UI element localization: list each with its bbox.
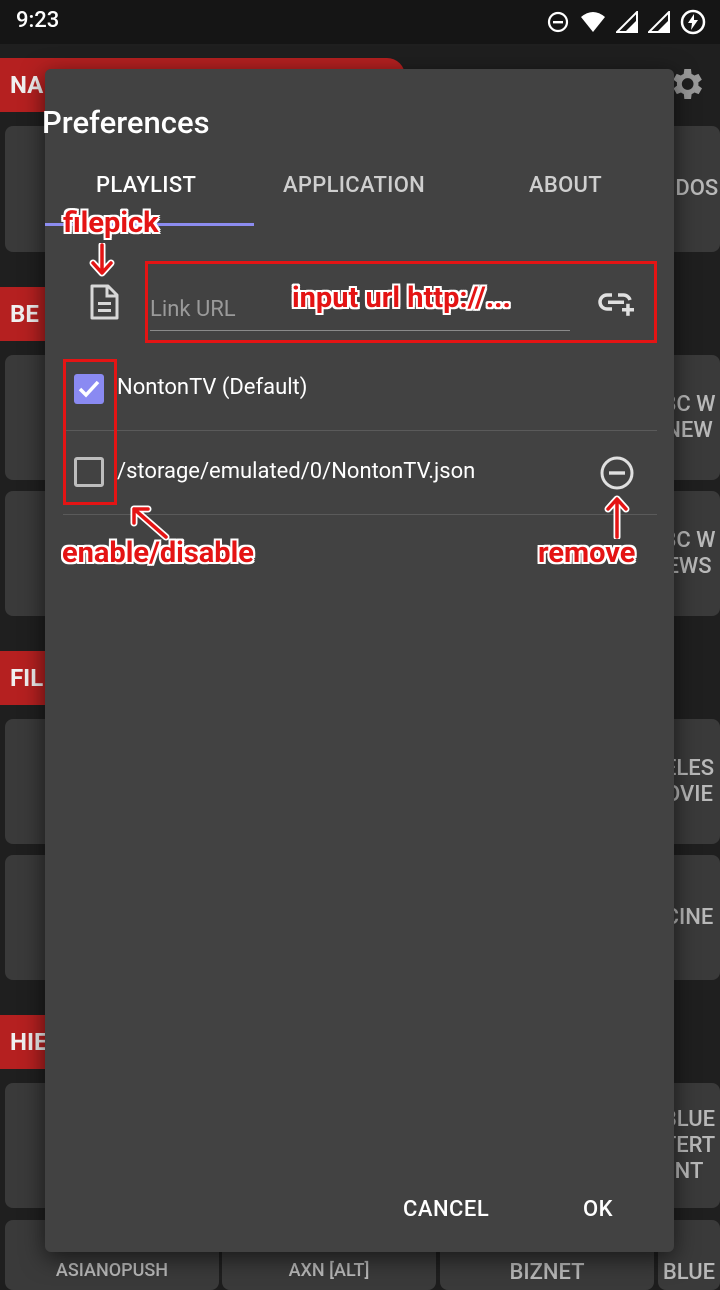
wifi-icon — [580, 10, 606, 34]
annotation-checkbox-box — [63, 359, 117, 505]
battery-charging-icon — [680, 9, 706, 35]
playlist-label-custom: /storage/emulated/0/NontonTV.json — [117, 459, 476, 484]
dialog-title: Preferences — [42, 104, 210, 141]
annotation-remove: remove — [538, 536, 636, 570]
signal-icon-2 — [648, 11, 670, 33]
tab-playlist[interactable]: PLAYLIST — [96, 173, 196, 198]
tab-application[interactable]: APPLICATION — [283, 173, 425, 198]
annotation-filepick: filepick — [63, 206, 159, 240]
divider — [63, 430, 657, 431]
cancel-button[interactable]: CANCEL — [403, 1197, 489, 1222]
preferences-dialog — [45, 69, 674, 1252]
tab-about[interactable]: ABOUT — [529, 173, 602, 198]
ok-button[interactable]: OK — [583, 1197, 613, 1222]
signal-icon — [616, 11, 638, 33]
annotation-arrow-down-icon — [88, 243, 116, 279]
do-not-disturb-icon — [546, 10, 570, 34]
status-time: 9:23 — [16, 8, 60, 33]
annotation-arrow-up-icon — [603, 495, 631, 539]
file-document-icon[interactable] — [88, 284, 120, 320]
status-bar: 9:23 — [0, 0, 720, 44]
playlist-label-default: NontonTV (Default) — [117, 375, 308, 400]
remove-circle-icon[interactable] — [599, 455, 635, 491]
annotation-enable-disable: enable/disable — [62, 536, 254, 570]
status-icons — [546, 8, 706, 36]
annotation-input-url: input url http://... — [292, 281, 511, 315]
